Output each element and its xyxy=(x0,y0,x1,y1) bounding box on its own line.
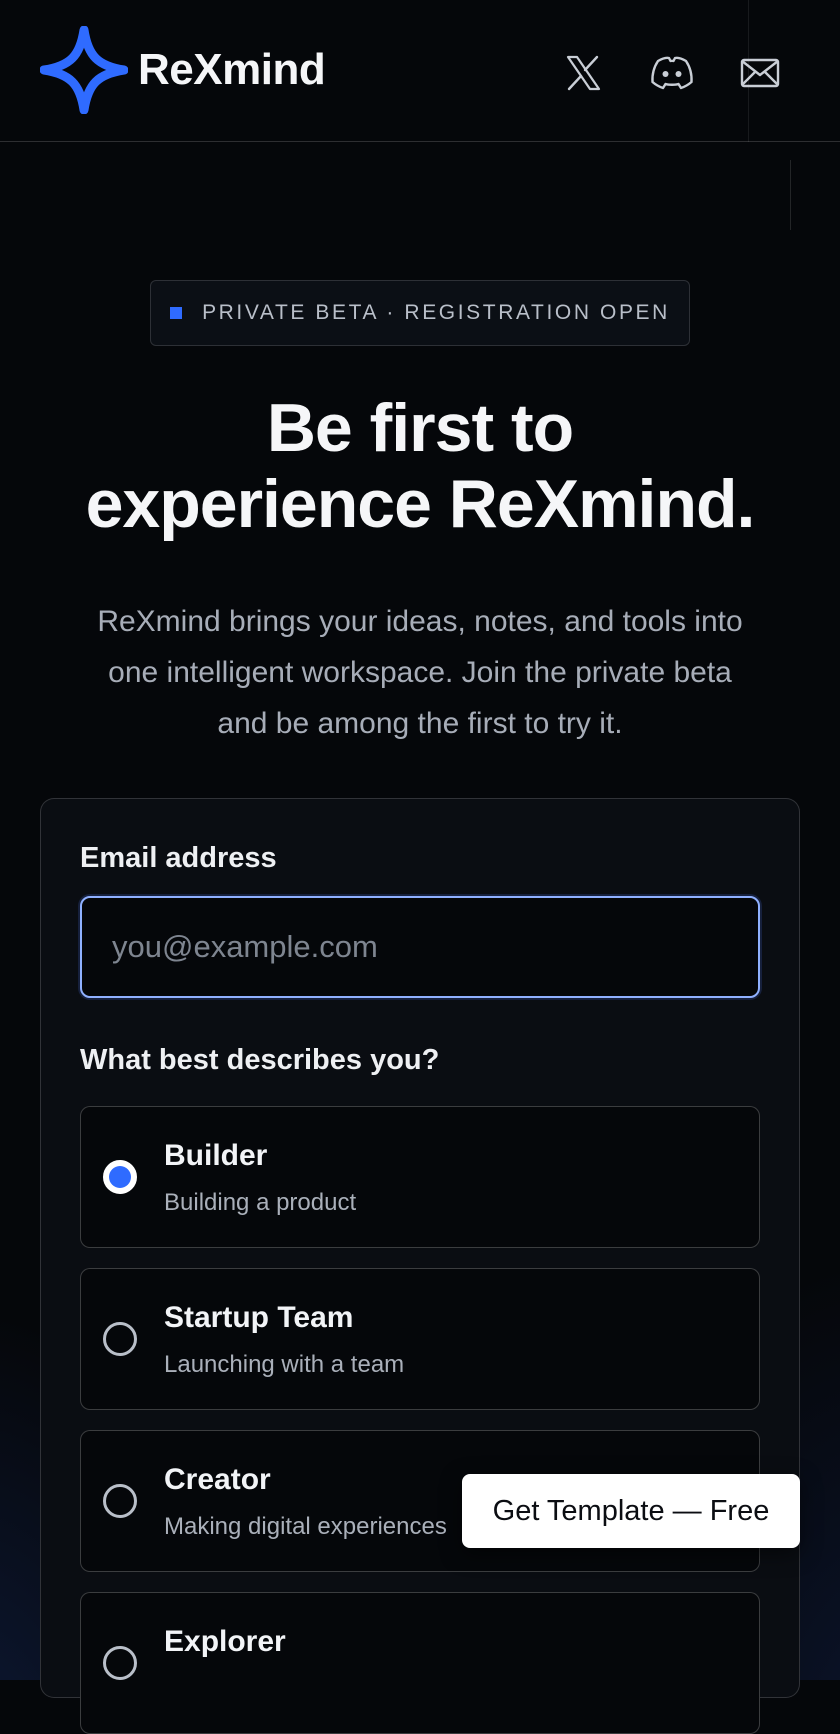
page-subtitle: ReXmind brings your ideas, notes, and to… xyxy=(97,605,743,740)
option-title: Explorer xyxy=(164,1625,286,1658)
option-description: Making digital experiences xyxy=(164,1513,447,1540)
discord-icon xyxy=(651,56,693,90)
role-option-startup-team[interactable]: Startup Team Launching with a team xyxy=(80,1268,760,1410)
role-option-explorer[interactable]: Explorer xyxy=(80,1592,760,1734)
sparkle-logo-icon xyxy=(40,26,128,114)
option-description: Building a product xyxy=(164,1189,357,1216)
discord-link[interactable] xyxy=(647,48,697,98)
logo[interactable]: ReXmind xyxy=(40,26,326,114)
decorative-line xyxy=(790,160,791,230)
role-question: What best describes you? xyxy=(80,1044,440,1076)
radio-unchecked-icon[interactable] xyxy=(103,1484,137,1518)
radio-unchecked-icon[interactable] xyxy=(103,1646,137,1680)
email-field[interactable] xyxy=(80,896,760,998)
mail-link[interactable] xyxy=(735,48,785,98)
radio-checked-icon[interactable] xyxy=(103,1160,137,1194)
title-line-1: Be first to xyxy=(266,390,574,466)
radio-unchecked-icon[interactable] xyxy=(103,1322,137,1356)
x-link[interactable] xyxy=(558,48,608,98)
mail-icon xyxy=(740,58,780,88)
status-badge: PRIVATE BETA · REGISTRATION OPEN xyxy=(150,280,690,346)
option-title: Creator xyxy=(164,1463,271,1496)
option-title: Builder xyxy=(164,1139,268,1172)
site-header: ReXmind xyxy=(0,0,840,142)
email-label: Email address xyxy=(80,842,277,874)
get-template-button[interactable]: Get Template — Free xyxy=(462,1474,800,1548)
title-line-2: experience ReXmind. xyxy=(85,466,756,542)
brand-name: ReXmind xyxy=(138,45,326,94)
option-title: Startup Team xyxy=(164,1301,354,1334)
role-option-builder[interactable]: Builder Building a product xyxy=(80,1106,760,1248)
badge-text: PRIVATE BETA · REGISTRATION OPEN xyxy=(202,301,670,324)
x-icon xyxy=(566,55,601,91)
status-dot-icon xyxy=(170,307,183,319)
page-title: Be first to experience ReXmind. xyxy=(40,390,800,542)
option-description: Launching with a team xyxy=(164,1351,405,1378)
